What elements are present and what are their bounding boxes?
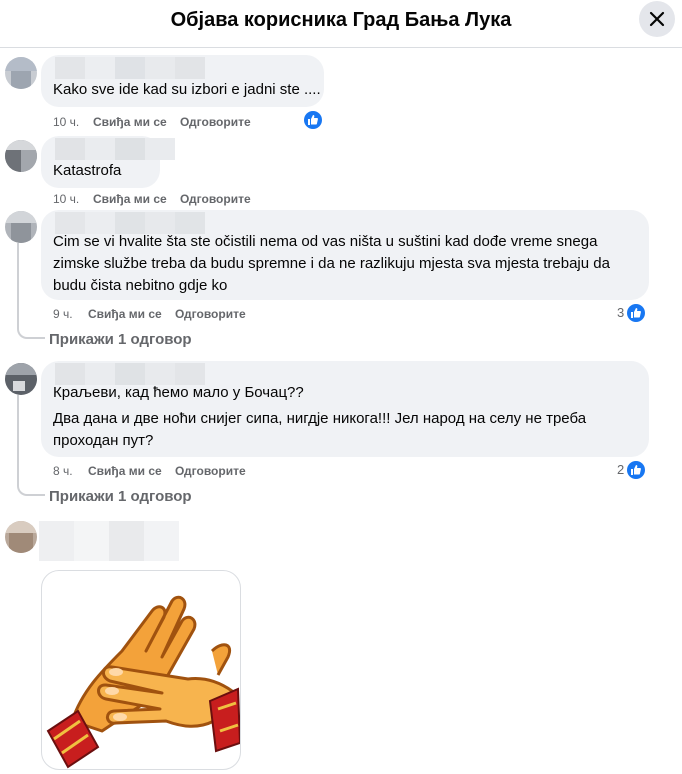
avatar[interactable] bbox=[5, 211, 37, 243]
reply-button[interactable]: Одговорите bbox=[175, 307, 246, 321]
like-button[interactable]: Свиђа ми се bbox=[88, 464, 162, 478]
commenter-name[interactable] bbox=[55, 57, 205, 79]
comment-time[interactable]: 9 ч. bbox=[53, 307, 73, 321]
comment-meta: 10 ч. Свиђа ми се Одговорите bbox=[53, 192, 253, 208]
avatar[interactable] bbox=[5, 521, 37, 553]
show-replies-link[interactable]: Прикажи 1 одговор bbox=[49, 331, 192, 348]
like-reaction-icon bbox=[627, 304, 645, 322]
comment-text-line-1: Краљеви, кад ћемо мало у Бочац?? bbox=[53, 384, 304, 401]
like-button[interactable]: Свиђа ми се bbox=[93, 115, 167, 129]
close-icon bbox=[649, 11, 665, 27]
clapping-hands-icon bbox=[46, 595, 240, 769]
reply-button[interactable]: Одговорите bbox=[180, 192, 251, 206]
sticker-attachment[interactable] bbox=[41, 570, 241, 770]
comment-meta: 8 ч. Свиђа ми се Одговорите bbox=[53, 464, 253, 480]
like-button[interactable]: Свиђа ми се bbox=[93, 192, 167, 206]
close-button[interactable] bbox=[639, 1, 675, 37]
reaction-summary[interactable] bbox=[304, 111, 324, 129]
comment-text: Kako sve ide kad su izbori e jadni ste .… bbox=[53, 81, 321, 98]
comment-text: Cim se vi hvalite šta ste očistili nema … bbox=[53, 233, 610, 294]
like-reaction-icon bbox=[304, 111, 322, 129]
comment-bubble: Katastrofa bbox=[41, 136, 175, 188]
comment-time[interactable]: 10 ч. bbox=[53, 192, 79, 206]
commenter-name[interactable] bbox=[55, 138, 175, 160]
reaction-summary[interactable]: 3 bbox=[617, 304, 647, 322]
comment-meta: 9 ч. Свиђа ми се Одговорите bbox=[53, 307, 253, 323]
reaction-count: 3 bbox=[617, 305, 625, 320]
dialog-header: Објава корисника Град Бања Лука bbox=[0, 0, 682, 48]
avatar[interactable] bbox=[5, 363, 37, 395]
reaction-summary[interactable]: 2 bbox=[617, 461, 647, 479]
like-reaction-icon bbox=[627, 461, 645, 479]
reply-button[interactable]: Одговорите bbox=[175, 464, 246, 478]
comment-bubble: Краљеви, кад ћемо мало у Бочац?? Два дан… bbox=[41, 361, 649, 457]
reply-button[interactable]: Одговорите bbox=[180, 115, 251, 129]
comment-time[interactable]: 10 ч. bbox=[53, 115, 79, 129]
comment-meta: 10 ч. Свиђа ми се Одговорите bbox=[53, 115, 253, 131]
reaction-count: 2 bbox=[617, 462, 625, 477]
dialog-title: Објава корисника Град Бања Лука bbox=[170, 9, 512, 31]
commenter-name[interactable] bbox=[39, 521, 179, 561]
comment-time[interactable]: 8 ч. bbox=[53, 464, 73, 478]
comment-bubble: Kako sve ide kad su izbori e jadni ste .… bbox=[41, 55, 324, 107]
comment-text: Katastrofa bbox=[53, 162, 122, 179]
comment-text-line-2: Два дана и две ноћи снијег сипа, нигдје … bbox=[53, 410, 587, 449]
comment-bubble: Cim se vi hvalite šta ste očistili nema … bbox=[41, 210, 649, 300]
like-button[interactable]: Свиђа ми се bbox=[88, 307, 162, 321]
avatar[interactable] bbox=[5, 57, 37, 89]
avatar[interactable] bbox=[5, 140, 37, 172]
show-replies-link[interactable]: Прикажи 1 одговор bbox=[49, 488, 192, 505]
